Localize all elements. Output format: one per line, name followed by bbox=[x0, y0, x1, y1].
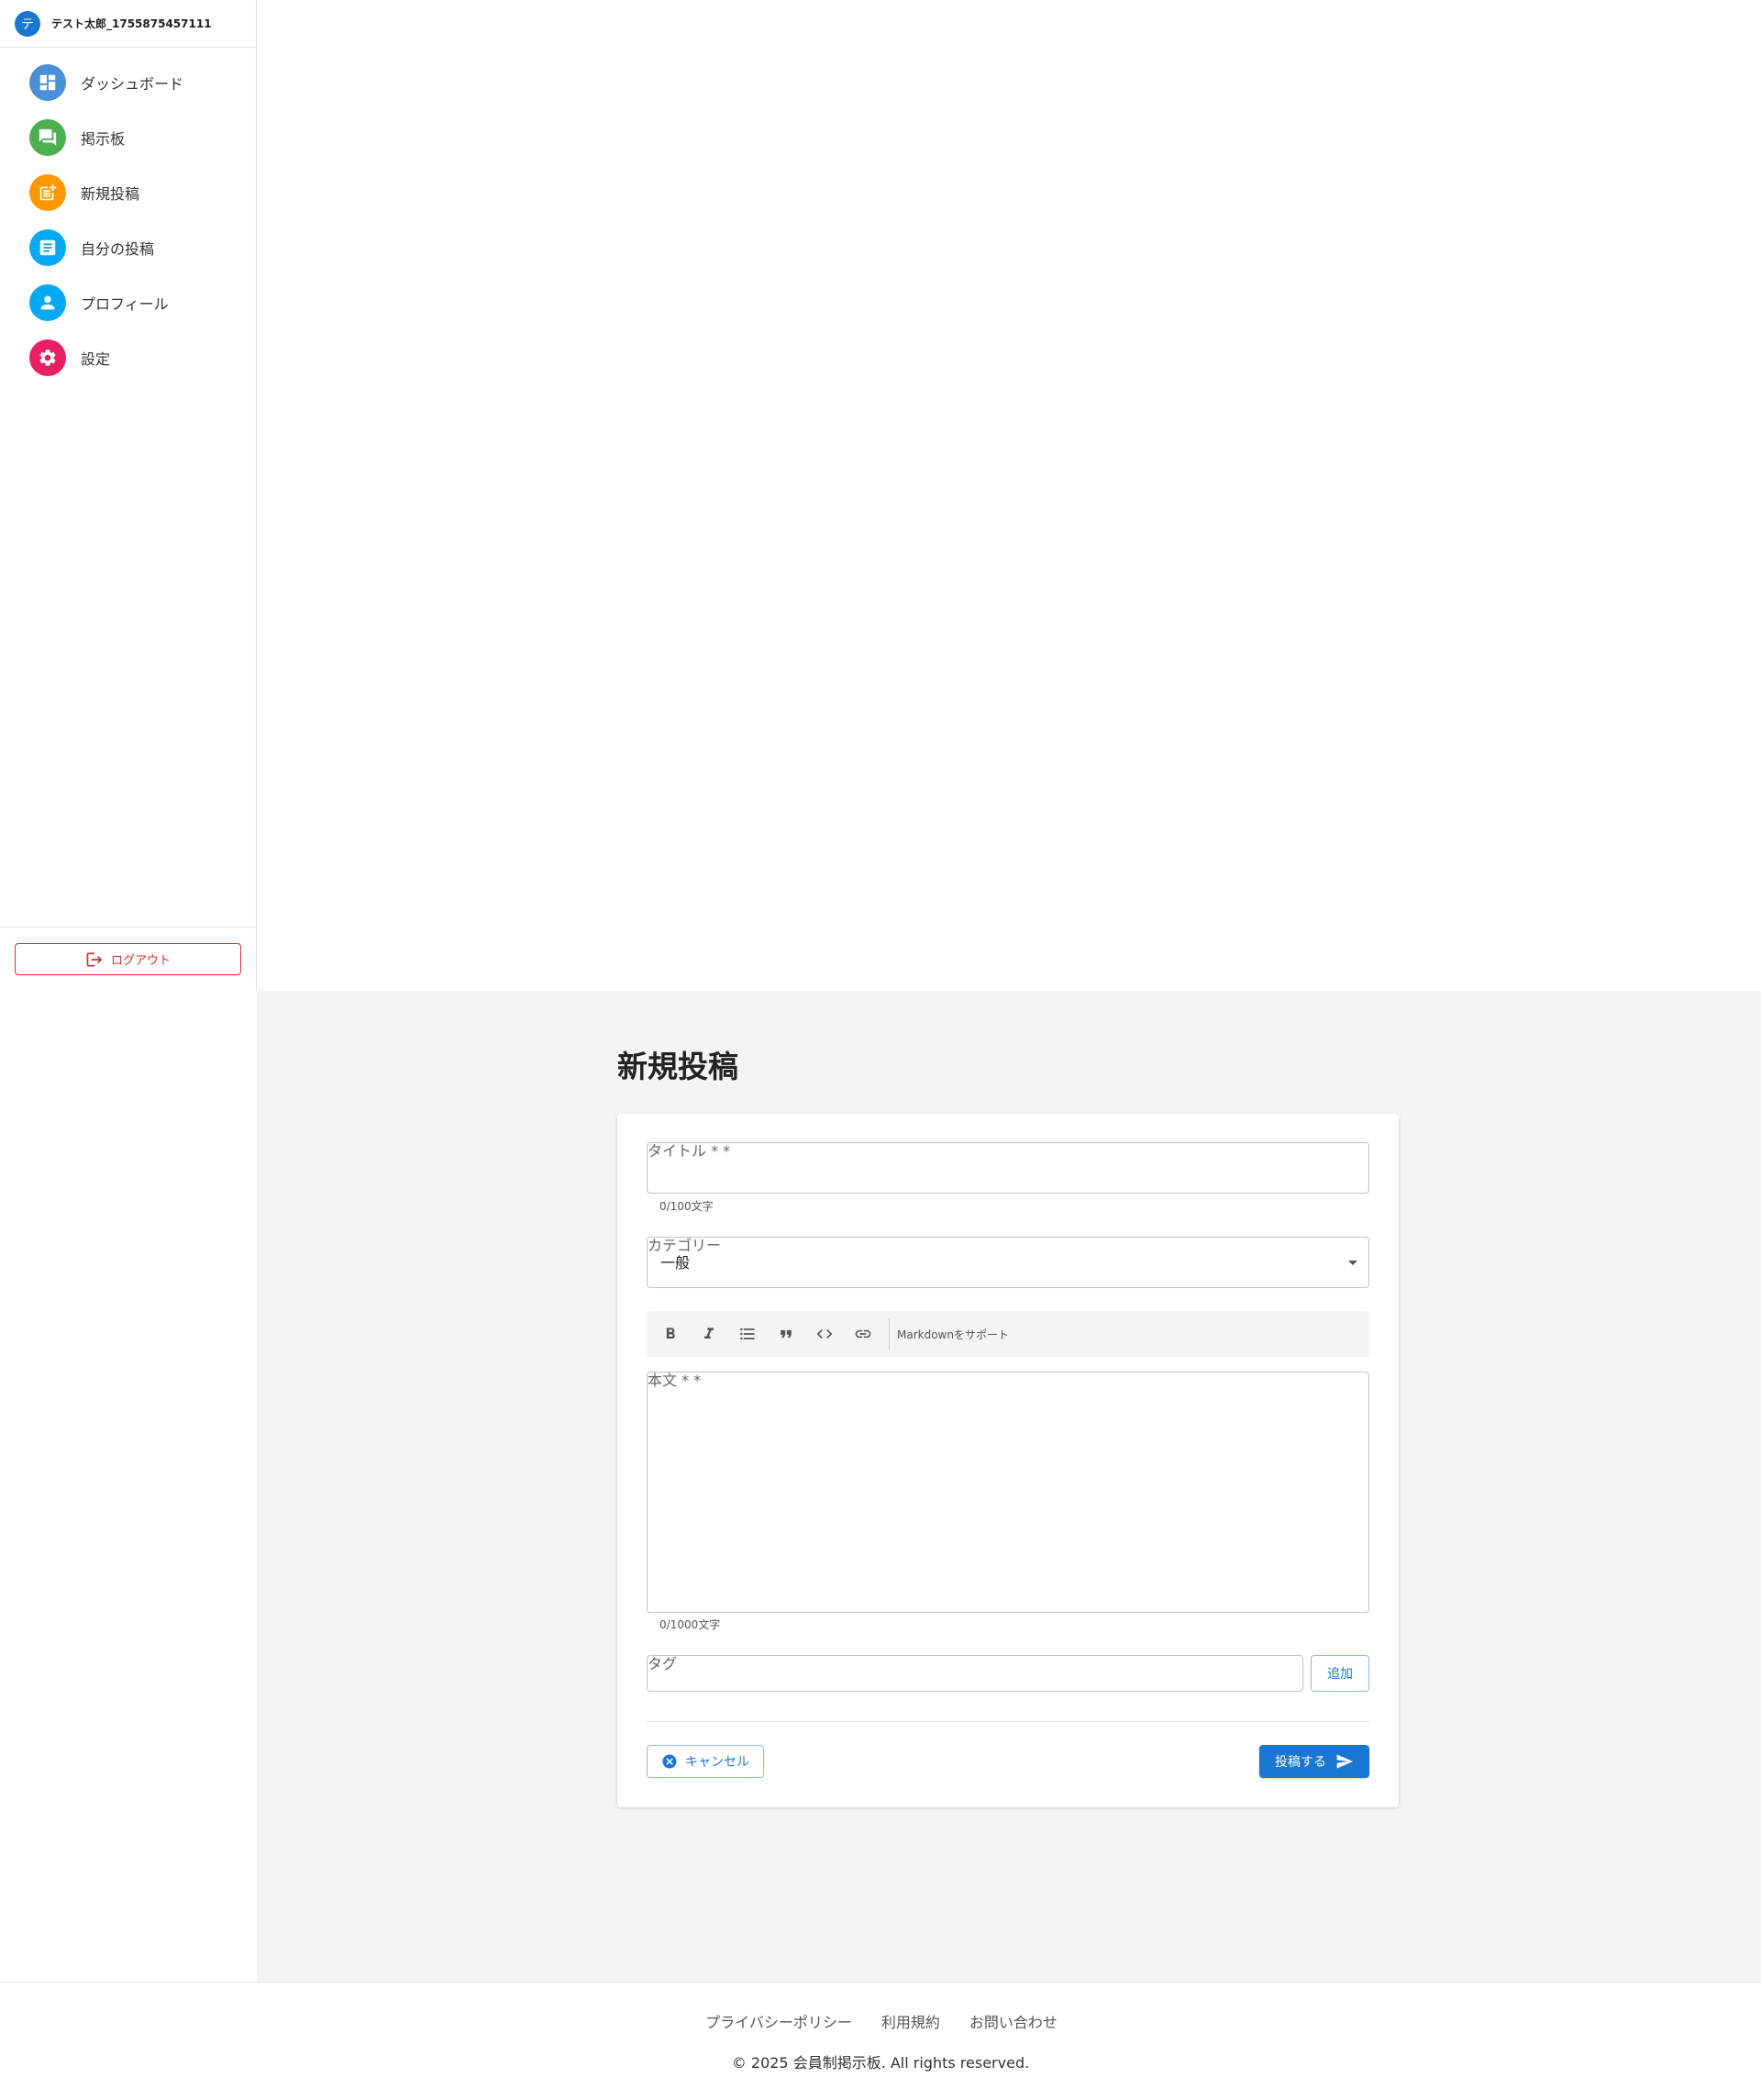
markdown-toolbar: Markdownをサポート bbox=[647, 1311, 1369, 1357]
cancel-label: キャンセル bbox=[685, 1755, 749, 1770]
link-button[interactable] bbox=[850, 1321, 876, 1347]
settings-icon bbox=[29, 339, 66, 376]
cancel-icon bbox=[662, 1754, 677, 1769]
logout-section: ログアウト bbox=[0, 927, 256, 991]
sidebar-item-my-posts[interactable]: 自分の投稿 bbox=[0, 220, 256, 275]
sidebar-item-label: プロフィール bbox=[81, 295, 169, 313]
body-label: 本文 * * bbox=[648, 1372, 702, 1389]
sidebar-item-label: 自分の投稿 bbox=[81, 240, 155, 258]
bulleted-list-icon bbox=[740, 1328, 755, 1340]
new-post-form: タイトル * * 0/100文字 カテゴリー 一般 Markdownをサポート bbox=[617, 1114, 1399, 1807]
copyright: © 2025 会員制掲示板. All rights reserved. bbox=[731, 2054, 1030, 2072]
sidebar-item-label: 掲示板 bbox=[81, 130, 126, 148]
logout-icon bbox=[86, 952, 103, 966]
quote-button[interactable] bbox=[773, 1321, 799, 1347]
sidebar-item-label: 設定 bbox=[81, 350, 111, 368]
logout-button[interactable]: ログアウト bbox=[15, 943, 241, 975]
form-divider bbox=[647, 1721, 1369, 1722]
sidebar-item-new-post[interactable]: 新規投稿 bbox=[0, 165, 256, 220]
sidebar-item-label: ダッシュボード bbox=[81, 75, 184, 93]
user-name: テスト太郎_1755875457111 bbox=[51, 17, 212, 30]
user-header: テ テスト太郎_1755875457111 bbox=[0, 0, 256, 48]
sidebar-item-dashboard[interactable]: ダッシュボード bbox=[0, 55, 256, 110]
code-icon bbox=[816, 1329, 833, 1339]
cancel-button[interactable]: キャンセル bbox=[647, 1745, 764, 1778]
title-label: タイトル * * bbox=[648, 1142, 731, 1160]
tag-label: タグ bbox=[648, 1655, 678, 1672]
category-select[interactable]: カテゴリー 一般 bbox=[647, 1237, 1369, 1288]
footer-link-privacy[interactable]: プライバシーポリシー bbox=[705, 2010, 852, 2032]
sidebar-item-profile[interactable]: プロフィール bbox=[0, 275, 256, 330]
markdown-note: Markdownをサポート bbox=[897, 1328, 1009, 1341]
category-value: 一般 bbox=[660, 1254, 691, 1272]
logout-label: ログアウト bbox=[110, 954, 171, 968]
forum-icon bbox=[29, 119, 66, 156]
body-textarea[interactable]: 本文 * * bbox=[647, 1372, 1369, 1613]
italic-button[interactable] bbox=[696, 1321, 722, 1347]
article-icon bbox=[29, 229, 66, 266]
title-field[interactable]: タイトル * * bbox=[647, 1142, 1369, 1194]
footer-links: プライバシーポリシー 利用規約 お問い合わせ bbox=[0, 2010, 1761, 2032]
toolbar-divider bbox=[889, 1318, 890, 1350]
dashboard-icon bbox=[29, 64, 66, 101]
chevron-down-icon bbox=[1348, 1261, 1357, 1265]
bulleted-list-button[interactable] bbox=[735, 1321, 760, 1347]
sidebar-nav: ダッシュボード 掲示板 新規投稿 自分の投稿 プロフィール 設定 bbox=[0, 48, 256, 385]
italic-icon bbox=[704, 1328, 714, 1339]
post-add-icon bbox=[29, 174, 66, 211]
footer-link-terms[interactable]: 利用規約 bbox=[881, 2010, 940, 2032]
submit-label: 投稿する bbox=[1275, 1755, 1326, 1770]
bold-icon bbox=[666, 1328, 675, 1339]
sidebar: テ テスト太郎_1755875457111 ダッシュボード 掲示板 新規投稿 自… bbox=[0, 0, 257, 991]
person-icon bbox=[29, 284, 66, 321]
tag-input[interactable]: タグ bbox=[647, 1655, 1303, 1692]
footer: プライバシーポリシー 利用規約 お問い合わせ © 2025 会員制掲示板. Al… bbox=[0, 1982, 1761, 2100]
sidebar-item-label: 新規投稿 bbox=[81, 185, 140, 203]
sidebar-item-board[interactable]: 掲示板 bbox=[0, 110, 256, 165]
avatar: テ bbox=[15, 10, 40, 37]
page-title: 新規投稿 bbox=[617, 1049, 738, 1084]
quote-icon bbox=[781, 1329, 792, 1339]
submit-button[interactable]: 投稿する bbox=[1259, 1745, 1369, 1778]
title-char-counter: 0/100文字 bbox=[659, 1200, 714, 1213]
link-icon bbox=[855, 1329, 871, 1339]
add-tag-button[interactable]: 追加 bbox=[1311, 1655, 1369, 1692]
footer-link-contact[interactable]: お問い合わせ bbox=[969, 2010, 1058, 2032]
code-button[interactable] bbox=[812, 1321, 837, 1347]
send-icon bbox=[1336, 1754, 1354, 1769]
body-char-counter: 0/1000文字 bbox=[659, 1618, 721, 1631]
sidebar-item-settings[interactable]: 設定 bbox=[0, 330, 256, 385]
bold-button[interactable] bbox=[658, 1321, 683, 1347]
